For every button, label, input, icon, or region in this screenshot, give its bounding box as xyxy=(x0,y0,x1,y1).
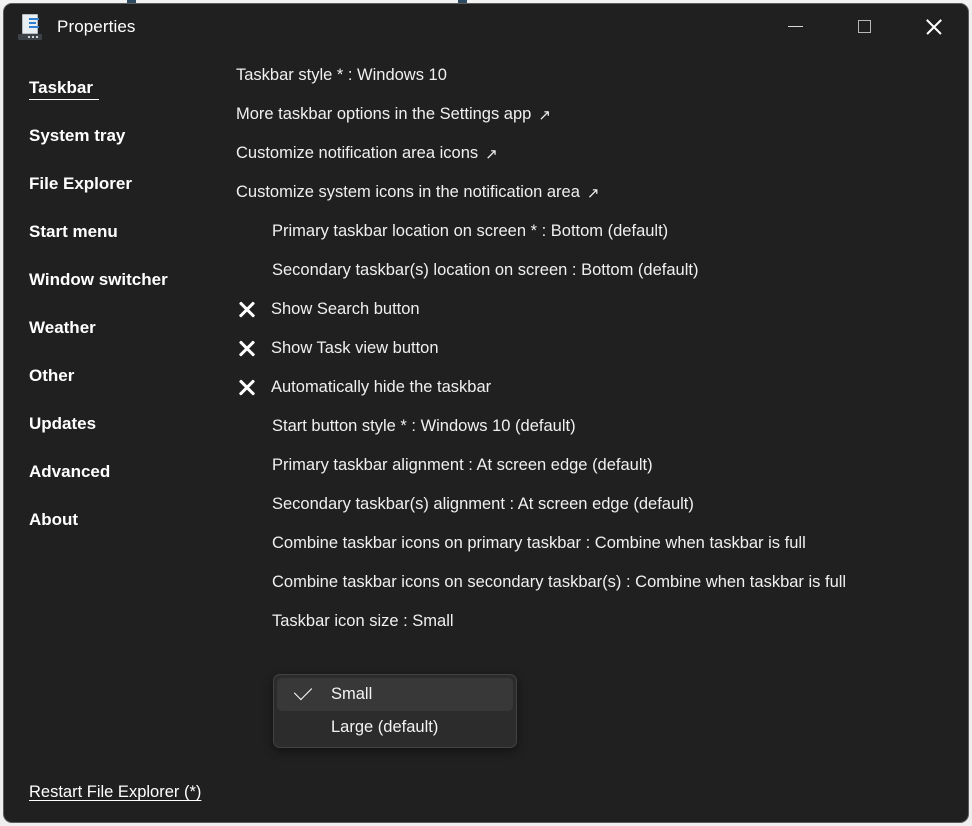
options-list: Taskbar style * : Windows 10 More taskba… xyxy=(234,49,968,641)
minimize-button[interactable] xyxy=(761,4,830,49)
option-row[interactable]: Start button style * : Windows 10 (defau… xyxy=(234,407,968,446)
taskbar-properties-icon xyxy=(18,14,42,40)
close-button[interactable] xyxy=(899,4,968,49)
sidebar-item-taskbar[interactable]: Taskbar xyxy=(4,64,234,112)
minimize-icon xyxy=(788,26,803,27)
check-icon xyxy=(294,682,312,700)
option-label: Secondary taskbar(s) location on screen … xyxy=(272,261,698,280)
option-label: Combine taskbar icons on primary taskbar… xyxy=(272,534,806,553)
option-row[interactable]: Combine taskbar icons on secondary taskb… xyxy=(234,563,968,602)
option-row[interactable]: Taskbar icon size : Small xyxy=(234,602,968,641)
sidebar-item-label: File Explorer xyxy=(29,174,132,196)
maximize-button[interactable] xyxy=(830,4,899,49)
option-row[interactable]: Automatically hide the taskbar xyxy=(234,368,968,407)
sidebar-item-label: System tray xyxy=(29,126,125,148)
option-row[interactable]: Secondary taskbar(s) location on screen … xyxy=(234,251,968,290)
option-label: More taskbar options in the Settings app xyxy=(236,105,531,124)
cross-mark-icon xyxy=(236,299,258,321)
option-label: Automatically hide the taskbar xyxy=(271,378,491,397)
sidebar-item-label: Taskbar xyxy=(29,78,99,100)
option-label: Taskbar style * : Windows 10 xyxy=(236,66,447,85)
sidebar-item-advanced[interactable]: Advanced xyxy=(4,448,234,496)
footer: Restart File Explorer (*) xyxy=(29,783,201,802)
sidebar-nav: Taskbar System tray File Explorer Start … xyxy=(4,49,234,544)
sidebar-item-updates[interactable]: Updates xyxy=(4,400,234,448)
sidebar-item-other[interactable]: Other xyxy=(4,352,234,400)
close-icon xyxy=(925,18,942,35)
maximize-icon xyxy=(858,20,871,33)
option-row[interactable]: Primary taskbar location on screen * : B… xyxy=(234,212,968,251)
restart-file-explorer-link[interactable]: Restart File Explorer (*) xyxy=(29,783,201,801)
option-label: Customize notification area icons xyxy=(236,144,478,163)
sidebar-item-label: Weather xyxy=(29,318,96,340)
option-row[interactable]: Taskbar style * : Windows 10 xyxy=(234,56,968,95)
external-link-icon: ↗ xyxy=(587,184,600,202)
sidebar-item-system-tray[interactable]: System tray xyxy=(4,112,234,160)
sidebar-item-label: Start menu xyxy=(29,222,118,244)
option-label: Show Search button xyxy=(271,300,420,319)
sidebar-item-about[interactable]: About xyxy=(4,496,234,544)
option-row[interactable]: Show Task view button xyxy=(234,329,968,368)
option-label: Customize system icons in the notificati… xyxy=(236,183,580,202)
cross-mark-icon xyxy=(236,338,258,360)
sidebar-item-weather[interactable]: Weather xyxy=(4,304,234,352)
option-label: Secondary taskbar(s) alignment : At scre… xyxy=(272,495,694,514)
taskbar-icon-size-menu: Small Large (default) xyxy=(273,674,517,748)
option-row[interactable]: Primary taskbar alignment : At screen ed… xyxy=(234,446,968,485)
option-label: Start button style * : Windows 10 (defau… xyxy=(272,417,576,436)
menu-item-large[interactable]: Large (default) xyxy=(277,711,513,744)
option-row[interactable]: Secondary taskbar(s) alignment : At scre… xyxy=(234,485,968,524)
option-label: Show Task view button xyxy=(271,339,439,358)
menu-item-label: Large (default) xyxy=(331,718,438,737)
menu-item-label: Small xyxy=(331,685,372,704)
sidebar-item-window-switcher[interactable]: Window switcher xyxy=(4,256,234,304)
external-link-icon: ↗ xyxy=(538,106,551,124)
option-label: Taskbar icon size : Small xyxy=(272,612,454,631)
option-row[interactable]: Combine taskbar icons on primary taskbar… xyxy=(234,524,968,563)
window-title: Properties xyxy=(57,17,135,37)
option-label: Primary taskbar location on screen * : B… xyxy=(272,222,668,241)
option-label: Primary taskbar alignment : At screen ed… xyxy=(272,456,653,475)
option-row[interactable]: Customize notification area icons ↗ xyxy=(234,134,968,173)
sidebar-item-label: Advanced xyxy=(29,462,110,484)
title-bar: Properties xyxy=(4,4,968,49)
sidebar-item-file-explorer[interactable]: File Explorer xyxy=(4,160,234,208)
sidebar-item-label: About xyxy=(29,510,78,532)
sidebar-item-label: Other xyxy=(29,366,74,388)
cross-mark-icon xyxy=(236,377,258,399)
sidebar-item-label: Updates xyxy=(29,414,96,436)
option-row[interactable]: Customize system icons in the notificati… xyxy=(234,173,968,212)
sidebar-item-label: Window switcher xyxy=(29,270,168,292)
external-link-icon: ↗ xyxy=(485,145,498,163)
option-row[interactable]: More taskbar options in the Settings app… xyxy=(234,95,968,134)
menu-item-small[interactable]: Small xyxy=(277,678,513,711)
window-body: Taskbar System tray File Explorer Start … xyxy=(4,49,968,823)
option-label: Combine taskbar icons on secondary taskb… xyxy=(272,573,846,592)
window-controls xyxy=(761,4,968,49)
properties-window: Properties Taskbar System tray File Expl… xyxy=(3,3,969,823)
sidebar-item-start-menu[interactable]: Start menu xyxy=(4,208,234,256)
option-row[interactable]: Show Search button xyxy=(234,290,968,329)
